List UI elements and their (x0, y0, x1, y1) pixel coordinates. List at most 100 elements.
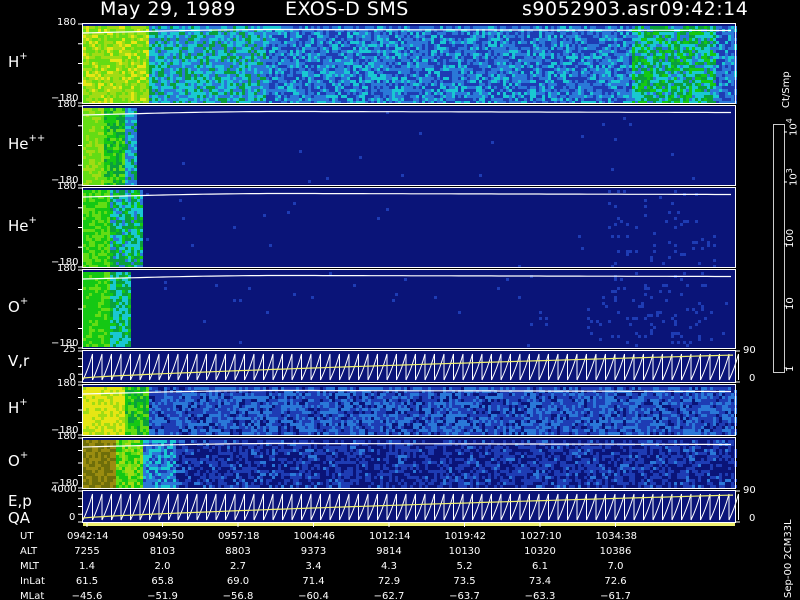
ephemeris-value: 0942:14 (67, 531, 109, 542)
ephemeris-value: 1019:42 (444, 531, 487, 542)
panel-label-h-plus-1: H+ (8, 50, 28, 71)
panel-label-vr: V,r (8, 352, 30, 370)
ephemeris-value: 9373 (300, 546, 327, 557)
panel-label-h-plus-2: H+ (8, 397, 28, 417)
header-date: May 29, 1989 (100, 0, 236, 20)
ephemeris-value: 73.5 (453, 576, 476, 587)
ephemeris-value: 9814 (376, 546, 402, 557)
ephemeris-value: 1027:10 (520, 531, 562, 542)
ephemeris-value: 72.6 (604, 576, 627, 587)
panel-label-o-plus-1: O+ (8, 296, 29, 316)
ytick-max-h-plus-1: 180 (57, 17, 77, 28)
panel-o-plus-1 (83, 270, 735, 348)
panel-ep (83, 491, 735, 522)
header-file: s9052903.asr (522, 0, 658, 20)
side-annotation: Sep-00 2CM33L (783, 519, 794, 598)
ephemeris-value: 10320 (524, 546, 556, 557)
ephemeris-value: 0957:18 (218, 531, 260, 542)
colorbar-tick-exponent: 4 (785, 118, 794, 124)
colorbar-unit: Ct/Smp (781, 71, 792, 108)
ephemeris-value: −60.4 (298, 591, 329, 600)
ytick-max-o-plus-2: 180 (57, 431, 77, 442)
ephemeris-value: 65.8 (151, 576, 174, 587)
charge-state: + (19, 50, 28, 62)
panel-he-plus-plus (83, 106, 735, 185)
ytick-min-ep: 0 (69, 512, 76, 523)
rtick-top-ep: 90 (743, 485, 756, 496)
sms-spectrogram-figure: May 29, 1989 EXOS-D SMS s9052903.asr 09:… (0, 0, 800, 600)
ephemeris-row-label: InLat (20, 576, 45, 587)
panel-label-he-plus: He+ (8, 214, 37, 235)
ephemeris-row-label: MLT (20, 561, 39, 572)
ephemeris-value: −61.7 (600, 591, 631, 600)
panel-label-he-plus-plus: He++ (8, 132, 46, 153)
ephemeris-value: 7255 (74, 546, 100, 557)
ephemeris-value: 4.3 (381, 561, 397, 572)
ephemeris-value: 73.4 (528, 576, 552, 587)
ephemeris-value: 1004:46 (293, 531, 336, 542)
species-name: O (8, 452, 20, 470)
charge-state: + (19, 450, 29, 461)
ephemeris-row-inlat: InLat 61.5 65.8 69.0 71.4 72.9 73.5 73.4 72.6 (0, 576, 800, 589)
species-name: H (8, 52, 20, 71)
colorbar-tick-exponent: 3 (785, 168, 794, 174)
panel-label2-ep: QA (8, 509, 31, 527)
charge-state: + (19, 296, 29, 307)
colorbar-tick-value: 10 (788, 173, 800, 186)
ephemeris-row-alt: ALT 7255 8103 8803 9373 9814 10130 10320 10386 (0, 546, 800, 559)
ephemeris-row-mlat: MLat −45.6 −51.9 −56.8 −60.4 −62.7 −63.7 −63.3 −… (0, 591, 800, 600)
panel-h-plus-1-cells (83, 26, 737, 104)
rtick-bottom-ep: 0 (749, 513, 756, 524)
ephemeris-value: 0949:50 (142, 531, 185, 542)
ephemeris-value: −62.7 (373, 591, 405, 600)
ytick-max-he-plus-plus: 180 (57, 99, 77, 110)
ephemeris-value: −63.3 (524, 591, 556, 600)
colorbar-tick-0: 1 (785, 366, 796, 372)
panel-vr (83, 351, 735, 382)
colorbar-tick-value: 100 (785, 228, 796, 248)
species-name: H (8, 399, 20, 417)
ephemeris-value: 8803 (225, 546, 251, 557)
colorbar-tick-value: 1 (785, 365, 796, 372)
ephemeris-row-label: UT (20, 531, 34, 542)
ephemeris-value: −56.8 (222, 591, 254, 600)
ephemeris-value: 72.9 (377, 576, 401, 587)
colorbar-tick-3: 103 (785, 168, 799, 186)
ytick-max-he-plus: 180 (57, 181, 77, 192)
ephemeris-value: 5.2 (456, 561, 473, 572)
ephemeris-value: 69.0 (226, 576, 250, 587)
ephemeris-row-label: ALT (20, 546, 38, 557)
panel-label-ep: E,p (8, 492, 32, 510)
colorbar-tick-2: 100 (785, 229, 796, 248)
ytick-max-vr: 25 (63, 344, 76, 355)
species-name: He (8, 134, 29, 153)
ephemeris-value: 1.4 (79, 561, 95, 572)
ephemeris-row-ut: UT 0942:14 0949:50 0957:18 1004:46 1012:14 101… (0, 531, 800, 544)
charge-state: + (28, 214, 37, 226)
ytick-max-o-plus-1: 180 (57, 263, 77, 274)
ephemeris-value: 2.7 (230, 561, 246, 572)
ephemeris-value: 1012:14 (369, 531, 411, 542)
colorbar-tick-value: 10 (788, 123, 800, 136)
ephemeris-value: −51.9 (147, 591, 178, 600)
species-name: O (8, 298, 20, 316)
ephemeris-value: −63.7 (449, 591, 480, 600)
colorbar-tick-4: 104 (785, 118, 799, 136)
ytick-max-h-plus-2: 180 (57, 378, 77, 389)
ephemeris-value: 71.4 (302, 576, 325, 587)
ephemeris-value: 10386 (599, 546, 632, 557)
ephemeris-value: 6.1 (532, 561, 548, 572)
ephemeris-value: 2.0 (154, 561, 171, 572)
ephemeris-value: 1034:38 (595, 531, 638, 542)
ephemeris-value: 3.4 (305, 561, 322, 572)
charge-state: + (19, 397, 28, 408)
colorbar-frame (773, 124, 785, 373)
rtick-bottom-vr: 0 (749, 373, 756, 384)
spectrogram-plot-area (78, 23, 787, 527)
charge-state: ++ (28, 132, 46, 144)
colorbar-tick-1: 10 (785, 297, 796, 310)
ephemeris-row-mlt: MLT 1.4 2.0 2.7 3.4 4.3 5.2 6.1 7.0 (0, 561, 800, 574)
colorbar-tick-value: 10 (785, 297, 796, 310)
rtick-top-vr: 90 (743, 345, 756, 356)
ephemeris-value: 8103 (149, 546, 176, 557)
